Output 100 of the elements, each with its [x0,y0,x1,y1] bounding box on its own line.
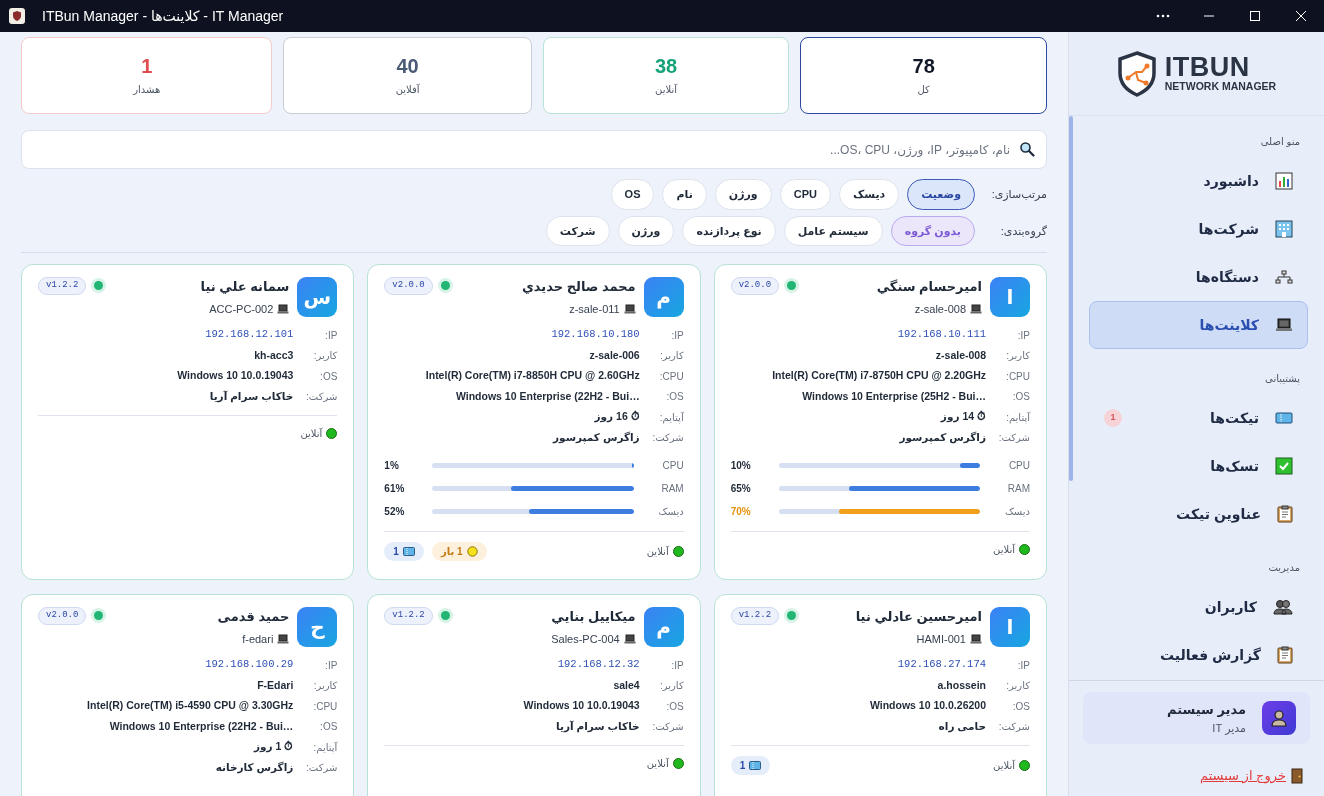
field-label: CPU: [658,369,684,384]
client-name: امیرحسین عادلي نيا [854,608,982,626]
field-label: آپتایم: [1005,410,1030,425]
hostname: Sales-PC-004 [551,631,620,647]
client-card[interactable] [367,264,701,580]
usage-value: 52% [384,505,406,519]
field-value: خاکاب سرام آریا [556,718,640,735]
stat-label: آنلاین [655,82,678,97]
group-chip[interactable]: سیستم عامل [783,215,883,246]
laptop-icon [623,633,636,644]
laptop-icon [623,303,636,314]
sort-chip[interactable]: نام [662,179,707,210]
logout-link[interactable]: خروج از سیستم [1200,766,1286,786]
field-value: Intel(R) Core(TM) i5-4590 CPU @ 3.30GHz [87,698,294,714]
tickets-badge[interactable]: 1 [384,542,424,561]
group-chip[interactable]: بدون گروه [890,215,975,246]
nav-item[interactable]: شرکت‌ها [1089,205,1308,253]
nav-item[interactable]: کاربران [1089,583,1308,631]
field-value: Windows 10 10.0.26200 [869,698,986,714]
group-chip[interactable]: نوع پردازنده [682,215,776,246]
sort-chip[interactable]: ورژن [714,179,772,210]
version-tag: v1.2.2 [730,607,780,625]
status-text: آنلاین [993,542,1015,557]
client-avatar: ا [990,277,1030,317]
field-label: OS: [319,720,338,735]
sort-chip[interactable]: وضعیت [907,179,975,210]
field-value: Windows 10 10.0.19043 [523,698,640,714]
nav-label: دستگاه‌ها [1195,267,1259,287]
clipboard-icon [1277,646,1293,664]
laptop-icon [277,303,290,314]
nav-item[interactable]: داشبورد [1089,157,1308,205]
version-tag: v2.0.0 [384,277,433,295]
hostname: HAMI-001 [916,631,966,647]
ip-address: 192.168.10.111 [897,327,986,343]
client-avatar: م [643,607,684,647]
group-chip[interactable]: شرکت [545,215,610,246]
nav-item[interactable]: عناوین تیکت [1089,490,1308,538]
sort-chip[interactable]: دیسک [838,179,900,210]
metric-label: CPU [661,459,684,473]
nav-item[interactable]: کلاینت‌ها [1089,301,1308,349]
ip-address: 192.168.12.32 [557,657,640,673]
field-label: شرکت: [305,390,338,405]
client-name: امیرحسام سنگي [875,278,982,297]
field-value: Windows 10 Enterprise (22H2 - Bui… [455,388,640,404]
tickets-badge[interactable]: 1 [730,756,771,775]
network-icon [1275,270,1293,284]
app-icon [8,7,26,25]
field-label: شرکت: [997,431,1030,446]
client-avatar: س [297,277,338,317]
nav-label: کاربران [1204,597,1257,618]
chart-icon [1275,172,1293,190]
nav-item[interactable]: دستگاه‌ها [1089,253,1308,301]
ip-address: 192.168.27.174 [897,657,986,673]
usage-value: 61% [384,482,406,496]
stat-value: 40 [396,54,419,78]
field-label: کاربر: [312,349,338,364]
ip-address: 192.168.10.180 [551,327,640,343]
metric-label: دیسک [1003,505,1030,519]
sort-chip[interactable]: CPU [779,179,831,210]
nav-label: تسک‌ها [1210,456,1259,476]
ticket-icon [1275,411,1293,425]
client-avatar: ح [297,607,338,647]
client-name: ميكاييل بنايي [550,608,636,626]
nav-label: عناوین تیکت [1176,504,1261,525]
sort-chip[interactable]: OS [610,179,655,210]
user-card[interactable]: مدیر سیستم مدیر IT [1083,692,1310,744]
version-tag: v2.0.0 [730,277,780,295]
field-value: a.hossein [937,677,986,693]
field-label: آپتایم: [658,410,684,425]
group-chip[interactable]: ورژن [617,215,675,246]
scrollbar-thumb[interactable] [1069,116,1073,481]
nav-label: گزارش فعالیت [1159,645,1261,666]
field-value: ⏱ 14 روز [940,409,986,425]
usage-value: 1% [384,459,400,473]
client-card[interactable] [713,264,1047,580]
field-label: IP: [670,658,684,673]
nav-label: کلاینت‌ها [1199,315,1259,335]
nav-label: تیکت‌ها [1210,408,1259,428]
stat-value: 1 [141,54,153,78]
field-label: OS: [1011,390,1030,405]
stat-label: کل [917,83,930,97]
checkbox-icon [1275,457,1293,475]
status-text: آنلاین [646,757,669,771]
field-label: CPU: [1005,369,1030,384]
field-value: Windows 10 10.0.19043 [177,368,294,384]
field-value: زاگرس کمپرسور [899,429,986,446]
logo-subtitle: NETWORK MANAGER [1164,81,1277,93]
group-label: گروه‌بندی: [999,223,1047,239]
search-field[interactable]: نام، کامپیوتر، IP، ورژن، OS، CPU... [21,130,1047,169]
field-value: زاگرس کارخانه [215,759,294,776]
field-value: F-Edari [257,677,294,693]
metric-label: RAM [1006,482,1030,496]
nav-item[interactable]: تسک‌ها [1089,442,1308,490]
field-label: IP: [1016,658,1030,673]
nav-item[interactable]: گزارش فعالیت [1089,631,1308,679]
client-name: محمد صالح حديدي [520,278,636,296]
laptop-icon [970,633,982,644]
field-value: ⏱ 1 روز [254,739,294,755]
status-text: آنلاین [993,758,1015,773]
metric-label: CPU [1007,459,1030,473]
